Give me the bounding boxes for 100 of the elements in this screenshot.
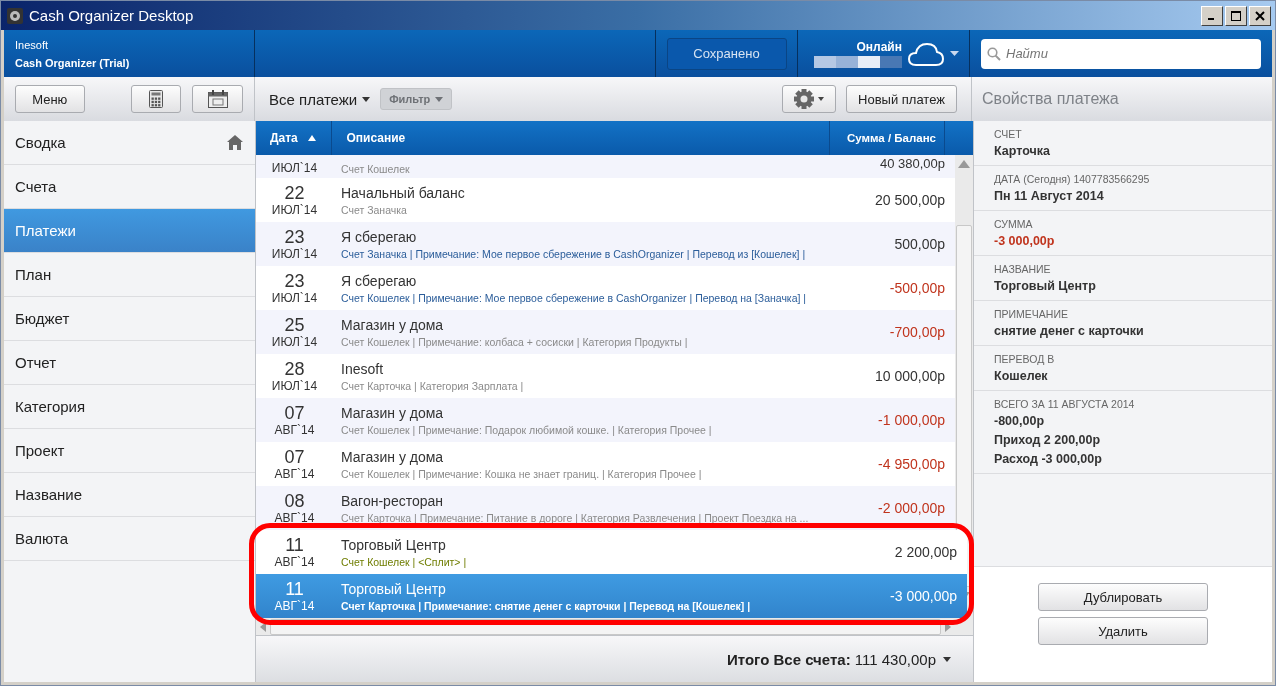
row-title: Начальный баланс	[341, 184, 466, 201]
row-month: АВГ`14	[274, 423, 315, 437]
calendar-button[interactable]	[192, 85, 243, 113]
row-amount: -500,00р	[889, 280, 946, 296]
search-field[interactable]: Найти	[981, 38, 1261, 69]
sidebar-item[interactable]: Сводка	[4, 121, 255, 165]
minimize-icon	[1208, 18, 1214, 20]
payment-row[interactable]: 25 ИЮЛ`14 Магазин у дома Счет Кошелек | Примечание: колбаса + сосиски | Категория Продукты | -700,00р	[256, 310, 955, 354]
app-icon	[7, 7, 23, 24]
row-month: АВГ`14	[274, 511, 315, 525]
close-button[interactable]	[1249, 5, 1271, 26]
row-day: 11	[285, 535, 304, 555]
row-day: 23	[284, 227, 305, 247]
new-payment-button[interactable]: Новый платеж	[846, 85, 957, 113]
row-detail: Счет Карточка | Категория Зарплата |	[341, 379, 525, 392]
calendar-icon	[207, 90, 228, 108]
row-month: ИЮЛ`14	[271, 203, 318, 217]
row-detail: Счет Кошелек | Примечание: Подарок любимой кошке. | Категория Прочее |	[341, 423, 713, 436]
row-month: ИЮЛ`14	[271, 291, 318, 305]
row-detail: Счет Кошелек | Примечание: колбаса + сосиски | Категория Продукты |	[341, 335, 689, 348]
row-day: 11	[285, 579, 304, 599]
calculator-button[interactable]	[130, 85, 182, 113]
action-button[interactable]: Дублировать	[1038, 583, 1208, 611]
row-amount: -1 000,00р	[878, 412, 946, 428]
payment-row[interactable]: ИЮЛ`14 Счет Кошелек 40 380,00р	[256, 155, 955, 178]
row-amount: -2 000,00р	[878, 500, 946, 516]
row-day: 25	[284, 315, 305, 335]
row-detail: Счет Заначка	[341, 203, 408, 216]
row-month: ИЮЛ`14	[271, 247, 318, 261]
sidebar-item[interactable]: План	[4, 253, 255, 297]
row-amount: 10 000,00р	[874, 368, 946, 384]
payment-row[interactable]: 11 АВГ`14 Торговый Центр Счет Карточка | Примечание: снятие денег с карточки | Перевод на [Кошелек] | -3 000,00р	[256, 574, 967, 618]
sidebar-item[interactable]: Валюта	[4, 517, 255, 561]
field-value: Приход 2 200,00р	[994, 433, 1102, 448]
row-amount: 20 500,00р	[874, 192, 946, 208]
row-title: Inesoft	[341, 360, 385, 377]
row-title: Я сберегаю	[341, 272, 418, 289]
row-month: АВГ`14	[274, 555, 315, 569]
row-day: 08	[284, 491, 305, 511]
cloud-icon[interactable]	[908, 40, 944, 67]
field-label: СУММА	[994, 218, 1034, 230]
search-icon	[987, 46, 1001, 61]
action-button[interactable]: Удалить	[1038, 617, 1208, 645]
row-day: 23	[284, 271, 305, 291]
row-detail: Счет Карточка | Примечание: снятие денег с карточки | Перевод на [Кошелек] |	[341, 599, 752, 612]
row-amount: -700,00р	[889, 324, 946, 340]
row-amount: -3 000,00р	[890, 588, 958, 604]
row-month: ИЮЛ`14	[271, 161, 318, 175]
sidebar-item[interactable]: Бюджет	[4, 297, 255, 341]
sidebar-item[interactable]: Категория	[4, 385, 255, 429]
row-amount: 2 200,00р	[894, 544, 958, 560]
field-label: ВСЕГО ЗА 11 АВГУСТА 2014	[994, 398, 1136, 410]
row-detail: Счет Кошелек | <Сплит> |	[341, 555, 468, 568]
row-month: АВГ`14	[274, 467, 315, 481]
view-dropdown[interactable]: Все платежи	[269, 90, 371, 108]
row-month: ИЮЛ`14	[271, 379, 318, 393]
scroll-right-icon[interactable]	[944, 622, 952, 632]
total-balance[interactable]: Итого Все счета: 111 430,00р	[727, 650, 936, 668]
payment-row[interactable]: 23 ИЮЛ`14 Я сберегаю Счет Заначка | Примечание: Мое первое сбережение в CashOrganizer | Перевод из [Кошелек] | 500,00р	[256, 222, 955, 266]
caret-icon[interactable]	[950, 50, 959, 57]
field-label: ПЕРЕВОД В	[994, 353, 1056, 365]
close-icon	[1255, 10, 1265, 21]
scroll-left-icon[interactable]	[259, 622, 267, 632]
row-day: 22	[284, 183, 305, 203]
field-label: НАЗВАНИЕ	[994, 263, 1052, 275]
caret-icon[interactable]	[943, 656, 951, 662]
row-detail: Счет Кошелек	[341, 163, 411, 175]
field-value: Пн 11 Август 2014	[994, 189, 1105, 204]
settings-button[interactable]	[782, 85, 836, 113]
field-value: снятие денег с карточки	[994, 324, 1145, 339]
row-title: Торговый Центр	[341, 580, 447, 597]
sidebar-item[interactable]: Название	[4, 473, 255, 517]
row-day: 07	[284, 447, 305, 467]
row-amount: -4 950,00р	[878, 456, 946, 472]
row-month: АВГ`14	[274, 599, 315, 613]
save-status-button[interactable]: Сохранено	[666, 37, 787, 70]
field-label: ПРИМЕЧАНИЕ	[994, 308, 1069, 320]
sidebar-item[interactable]: Отчет	[4, 341, 255, 385]
product-name: Cash Organizer (Trial)	[15, 56, 131, 69]
maximize-button[interactable]	[1225, 5, 1247, 26]
row-title: Магазин у дома	[341, 448, 445, 465]
field-value: -800,00р	[994, 414, 1046, 429]
details-title: Свойства платежа	[982, 90, 1119, 108]
payment-row[interactable]: 07 АВГ`14 Магазин у дома Счет Кошелек | Примечание: Подарок любимой кошке. | Категория Прочее | -1 000,00р	[256, 398, 955, 442]
row-title: Торговый Центр	[341, 536, 447, 553]
online-status: Онлайн	[856, 39, 902, 54]
row-title: Магазин у дома	[341, 316, 445, 333]
row-amount: 40 380,00р	[879, 156, 946, 171]
row-amount: 500,00р	[894, 236, 946, 252]
menu-button[interactable]: Меню	[15, 85, 85, 113]
field-value: -3 000,00р	[994, 234, 1056, 249]
sidebar-item[interactable]: Проект	[4, 429, 255, 473]
field-label: ДАТА (Сегодня) 1407783566295	[994, 173, 1151, 185]
row-day: 07	[284, 403, 305, 423]
caret-icon	[435, 96, 444, 102]
caret-icon	[362, 96, 371, 102]
field-value: Карточка	[994, 144, 1051, 159]
maximize-icon	[1231, 10, 1241, 21]
minimize-button[interactable]	[1201, 5, 1223, 26]
sidebar-item[interactable]: Платежи	[4, 209, 255, 253]
